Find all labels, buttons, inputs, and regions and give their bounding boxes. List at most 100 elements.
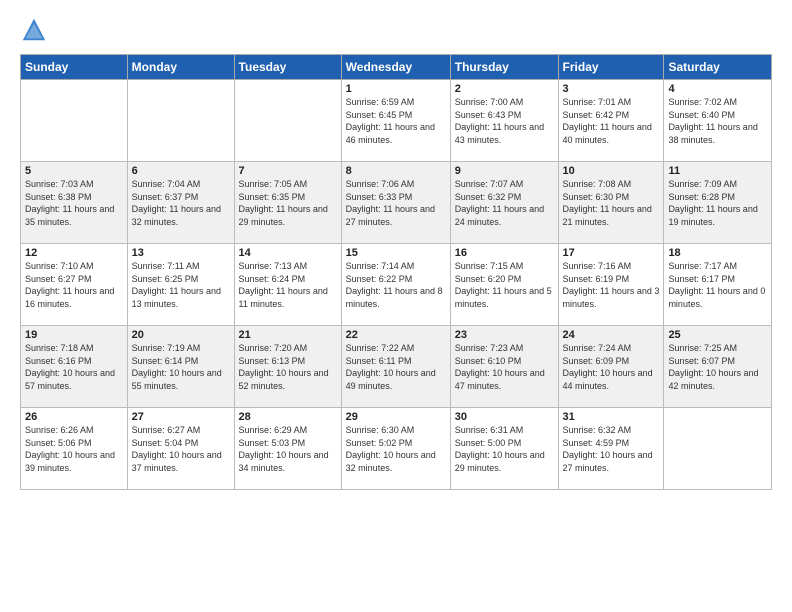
calendar-cell: 12Sunrise: 7:10 AM Sunset: 6:27 PM Dayli… [21, 244, 128, 326]
page-header [20, 16, 772, 44]
logo-icon [20, 16, 48, 44]
calendar-cell: 10Sunrise: 7:08 AM Sunset: 6:30 PM Dayli… [558, 162, 664, 244]
day-number: 13 [132, 247, 230, 259]
day-info: Sunrise: 6:30 AM Sunset: 5:02 PM Dayligh… [346, 424, 446, 474]
day-number: 29 [346, 411, 446, 423]
day-info: Sunrise: 7:19 AM Sunset: 6:14 PM Dayligh… [132, 342, 230, 392]
day-number: 7 [239, 165, 337, 177]
calendar-cell: 1Sunrise: 6:59 AM Sunset: 6:45 PM Daylig… [341, 80, 450, 162]
day-info: Sunrise: 7:18 AM Sunset: 6:16 PM Dayligh… [25, 342, 123, 392]
day-info: Sunrise: 7:20 AM Sunset: 6:13 PM Dayligh… [239, 342, 337, 392]
day-info: Sunrise: 7:22 AM Sunset: 6:11 PM Dayligh… [346, 342, 446, 392]
calendar-cell: 31Sunrise: 6:32 AM Sunset: 4:59 PM Dayli… [558, 408, 664, 490]
day-info: Sunrise: 7:07 AM Sunset: 6:32 PM Dayligh… [455, 178, 554, 228]
logo [20, 16, 50, 44]
day-info: Sunrise: 7:04 AM Sunset: 6:37 PM Dayligh… [132, 178, 230, 228]
day-number: 31 [563, 411, 660, 423]
day-number: 14 [239, 247, 337, 259]
day-number: 24 [563, 329, 660, 341]
day-number: 27 [132, 411, 230, 423]
calendar-cell: 29Sunrise: 6:30 AM Sunset: 5:02 PM Dayli… [341, 408, 450, 490]
day-number: 10 [563, 165, 660, 177]
calendar-cell: 5Sunrise: 7:03 AM Sunset: 6:38 PM Daylig… [21, 162, 128, 244]
calendar-cell: 2Sunrise: 7:00 AM Sunset: 6:43 PM Daylig… [450, 80, 558, 162]
calendar-cell: 24Sunrise: 7:24 AM Sunset: 6:09 PM Dayli… [558, 326, 664, 408]
day-number: 3 [563, 83, 660, 95]
calendar-cell: 14Sunrise: 7:13 AM Sunset: 6:24 PM Dayli… [234, 244, 341, 326]
calendar-cell: 3Sunrise: 7:01 AM Sunset: 6:42 PM Daylig… [558, 80, 664, 162]
weekday-header: Saturday [664, 55, 772, 80]
weekday-header: Wednesday [341, 55, 450, 80]
day-number: 20 [132, 329, 230, 341]
day-number: 19 [25, 329, 123, 341]
day-info: Sunrise: 6:29 AM Sunset: 5:03 PM Dayligh… [239, 424, 337, 474]
day-info: Sunrise: 7:24 AM Sunset: 6:09 PM Dayligh… [563, 342, 660, 392]
calendar-cell: 17Sunrise: 7:16 AM Sunset: 6:19 PM Dayli… [558, 244, 664, 326]
day-number: 21 [239, 329, 337, 341]
day-info: Sunrise: 7:06 AM Sunset: 6:33 PM Dayligh… [346, 178, 446, 228]
calendar-week-row: 26Sunrise: 6:26 AM Sunset: 5:06 PM Dayli… [21, 408, 772, 490]
weekday-header: Thursday [450, 55, 558, 80]
calendar-week-row: 19Sunrise: 7:18 AM Sunset: 6:16 PM Dayli… [21, 326, 772, 408]
day-number: 11 [668, 165, 767, 177]
calendar-cell: 16Sunrise: 7:15 AM Sunset: 6:20 PM Dayli… [450, 244, 558, 326]
calendar-cell [664, 408, 772, 490]
day-number: 28 [239, 411, 337, 423]
day-number: 26 [25, 411, 123, 423]
calendar-page: SundayMondayTuesdayWednesdayThursdayFrid… [0, 0, 792, 500]
calendar-cell: 22Sunrise: 7:22 AM Sunset: 6:11 PM Dayli… [341, 326, 450, 408]
calendar-cell: 23Sunrise: 7:23 AM Sunset: 6:10 PM Dayli… [450, 326, 558, 408]
day-info: Sunrise: 6:26 AM Sunset: 5:06 PM Dayligh… [25, 424, 123, 474]
weekday-header: Friday [558, 55, 664, 80]
day-number: 18 [668, 247, 767, 259]
weekday-header: Tuesday [234, 55, 341, 80]
calendar-week-row: 5Sunrise: 7:03 AM Sunset: 6:38 PM Daylig… [21, 162, 772, 244]
calendar-cell: 28Sunrise: 6:29 AM Sunset: 5:03 PM Dayli… [234, 408, 341, 490]
calendar-week-row: 1Sunrise: 6:59 AM Sunset: 6:45 PM Daylig… [21, 80, 772, 162]
calendar-cell: 19Sunrise: 7:18 AM Sunset: 6:16 PM Dayli… [21, 326, 128, 408]
header-row: SundayMondayTuesdayWednesdayThursdayFrid… [21, 55, 772, 80]
day-info: Sunrise: 7:17 AM Sunset: 6:17 PM Dayligh… [668, 260, 767, 310]
calendar-cell: 25Sunrise: 7:25 AM Sunset: 6:07 PM Dayli… [664, 326, 772, 408]
calendar-cell: 4Sunrise: 7:02 AM Sunset: 6:40 PM Daylig… [664, 80, 772, 162]
day-info: Sunrise: 7:08 AM Sunset: 6:30 PM Dayligh… [563, 178, 660, 228]
day-info: Sunrise: 6:31 AM Sunset: 5:00 PM Dayligh… [455, 424, 554, 474]
calendar-cell: 26Sunrise: 6:26 AM Sunset: 5:06 PM Dayli… [21, 408, 128, 490]
day-info: Sunrise: 7:25 AM Sunset: 6:07 PM Dayligh… [668, 342, 767, 392]
day-info: Sunrise: 7:16 AM Sunset: 6:19 PM Dayligh… [563, 260, 660, 310]
weekday-header: Monday [127, 55, 234, 80]
day-info: Sunrise: 7:01 AM Sunset: 6:42 PM Dayligh… [563, 96, 660, 146]
calendar-cell: 13Sunrise: 7:11 AM Sunset: 6:25 PM Dayli… [127, 244, 234, 326]
calendar-cell [234, 80, 341, 162]
calendar-cell: 27Sunrise: 6:27 AM Sunset: 5:04 PM Dayli… [127, 408, 234, 490]
day-info: Sunrise: 7:02 AM Sunset: 6:40 PM Dayligh… [668, 96, 767, 146]
day-number: 23 [455, 329, 554, 341]
calendar-cell: 6Sunrise: 7:04 AM Sunset: 6:37 PM Daylig… [127, 162, 234, 244]
day-info: Sunrise: 6:59 AM Sunset: 6:45 PM Dayligh… [346, 96, 446, 146]
calendar-cell: 7Sunrise: 7:05 AM Sunset: 6:35 PM Daylig… [234, 162, 341, 244]
day-info: Sunrise: 7:23 AM Sunset: 6:10 PM Dayligh… [455, 342, 554, 392]
day-info: Sunrise: 7:09 AM Sunset: 6:28 PM Dayligh… [668, 178, 767, 228]
day-number: 22 [346, 329, 446, 341]
weekday-header: Sunday [21, 55, 128, 80]
day-number: 9 [455, 165, 554, 177]
day-number: 17 [563, 247, 660, 259]
day-number: 8 [346, 165, 446, 177]
day-number: 15 [346, 247, 446, 259]
calendar-cell: 8Sunrise: 7:06 AM Sunset: 6:33 PM Daylig… [341, 162, 450, 244]
calendar-cell: 15Sunrise: 7:14 AM Sunset: 6:22 PM Dayli… [341, 244, 450, 326]
calendar-cell: 30Sunrise: 6:31 AM Sunset: 5:00 PM Dayli… [450, 408, 558, 490]
day-info: Sunrise: 7:15 AM Sunset: 6:20 PM Dayligh… [455, 260, 554, 310]
day-number: 30 [455, 411, 554, 423]
calendar-cell: 9Sunrise: 7:07 AM Sunset: 6:32 PM Daylig… [450, 162, 558, 244]
day-info: Sunrise: 7:13 AM Sunset: 6:24 PM Dayligh… [239, 260, 337, 310]
day-number: 16 [455, 247, 554, 259]
calendar-week-row: 12Sunrise: 7:10 AM Sunset: 6:27 PM Dayli… [21, 244, 772, 326]
day-info: Sunrise: 6:32 AM Sunset: 4:59 PM Dayligh… [563, 424, 660, 474]
calendar-table: SundayMondayTuesdayWednesdayThursdayFrid… [20, 54, 772, 490]
day-number: 2 [455, 83, 554, 95]
calendar-cell: 18Sunrise: 7:17 AM Sunset: 6:17 PM Dayli… [664, 244, 772, 326]
day-number: 5 [25, 165, 123, 177]
day-info: Sunrise: 7:10 AM Sunset: 6:27 PM Dayligh… [25, 260, 123, 310]
calendar-cell [21, 80, 128, 162]
